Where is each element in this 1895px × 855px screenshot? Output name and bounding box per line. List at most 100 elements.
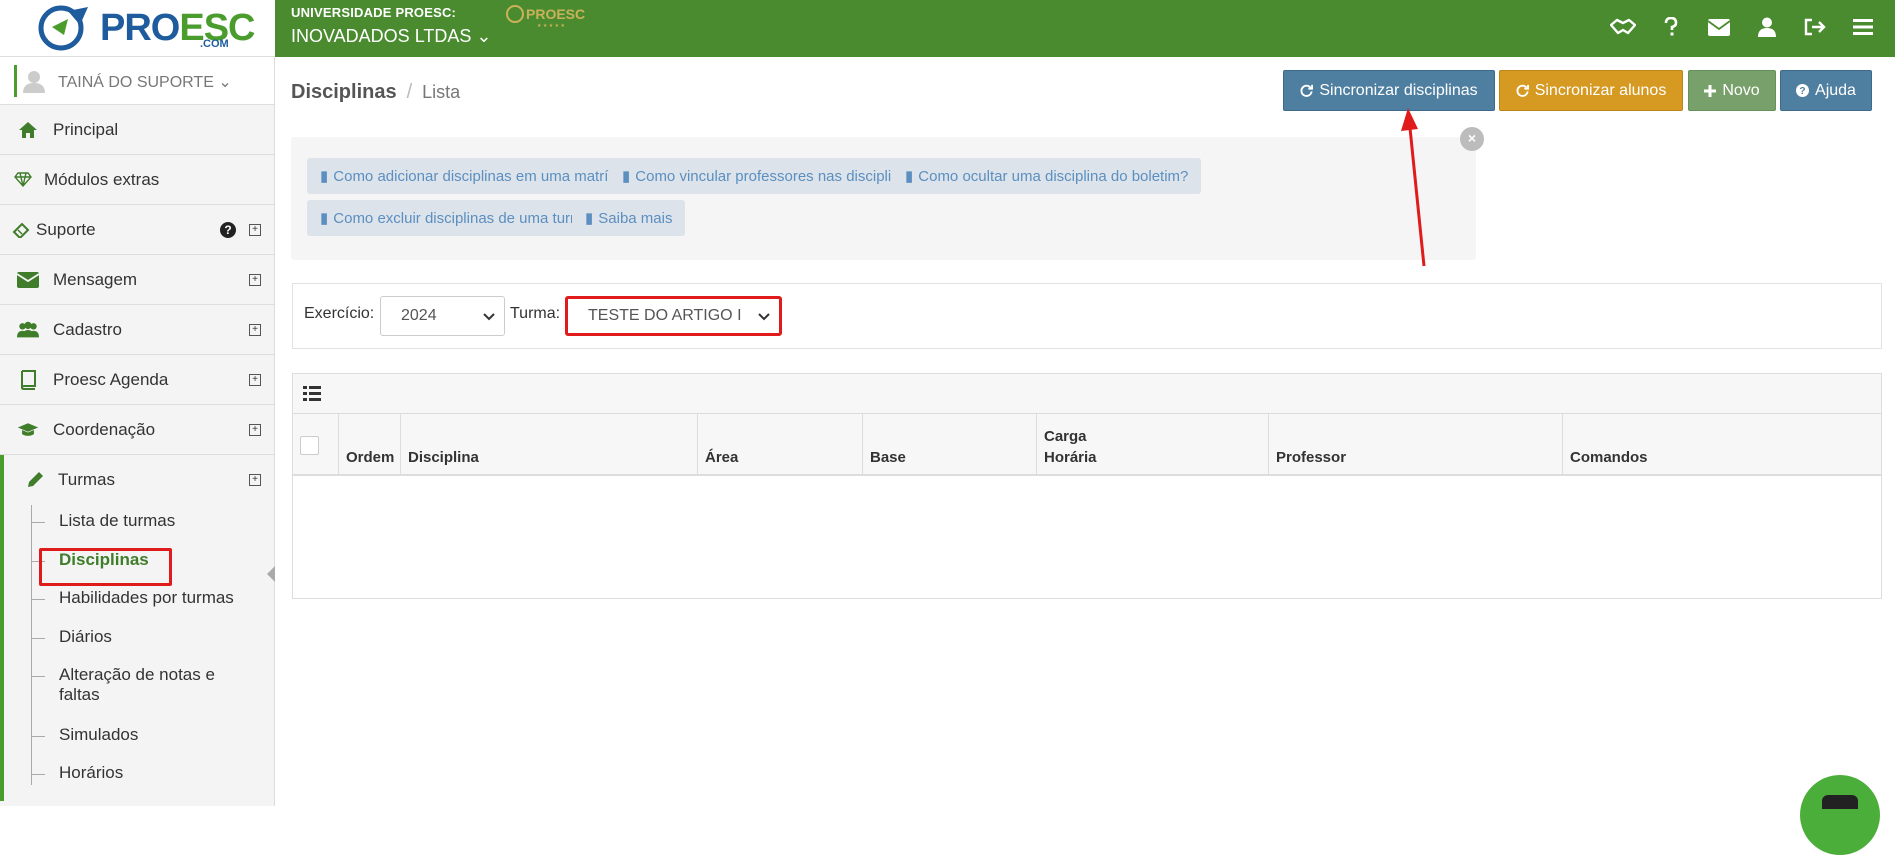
user-name: TAINÁ DO SUPORTE ⌄ [58,74,232,91]
svg-text:PROESC: PROESC [526,6,585,22]
expand-icon[interactable]: + [249,323,261,336]
sidebar-item-label: Suporte [36,219,96,239]
top-icon-bar [1609,13,1877,41]
book-icon: ▮ [320,168,329,185]
book-icon: ▮ [622,168,631,185]
chat-icon [1822,795,1858,809]
select-all-checkbox[interactable] [300,436,319,455]
table-toolbar [293,374,1881,414]
exercicio-label: Exercício: [304,305,375,322]
handshake-icon[interactable] [1609,13,1637,41]
question-icon[interactable] [1657,13,1685,41]
expand-icon[interactable]: + [249,223,261,236]
org-name: INOVADADOS LTDAS ⌄ [291,26,492,46]
sign-out-icon[interactable] [1801,13,1829,41]
submenu-item-habilidades-por-turmas[interactable]: Habilidades por turmas [4,588,274,627]
column-header-carga-horaria[interactable]: Carga Horária [1037,414,1269,476]
sidebar-item-modulos-extras[interactable]: Módulos extras [0,155,274,205]
chevron-down-icon [758,313,770,321]
envelope-icon[interactable] [1705,13,1733,41]
sync-alunos-button[interactable]: Sincronizar alunos [1499,70,1683,111]
sidebar-item-cadastro[interactable]: Cadastro + [0,305,274,355]
refresh-icon [1516,84,1529,97]
top-bar: PROESC .COM UNIVERSIDADE PROESC: INOVADA… [0,0,1895,57]
novo-button[interactable]: Novo [1688,70,1776,111]
sidebar-item-label: Proesc Agenda [53,369,169,389]
user-icon[interactable] [1753,13,1781,41]
sidebar-item-label: Módulos extras [44,169,160,189]
graduation-cap-icon [17,419,39,441]
sidebar-item-coordenacao[interactable]: Coordenação + [0,405,274,455]
disciplinas-table-panel: Ordem Disciplina Área Base Carga Horária… [292,373,1882,599]
home-icon [17,119,39,141]
help-link-ocultar[interactable]: ▮ Como ocultar uma disciplina do boletim? [892,158,1202,194]
user-menu[interactable]: TAINÁ DO SUPORTE ⌄ [0,57,274,105]
highlight-disciplinas [39,548,172,586]
chat-widget-button[interactable] [1800,775,1880,855]
main-content: Disciplinas / Lista Sincronizar disciplina… [276,57,1895,806]
book-icon: ▮ [585,210,594,227]
help-link-saiba-mais[interactable]: ▮ Saiba mais [572,200,686,236]
filter-panel: Exercício: 2024 Turma: TESTE DO ARTIGO I [292,283,1882,349]
sidebar-item-label: Principal [53,119,119,139]
logo-mark-icon [38,5,88,51]
page-subtitle: Lista [422,82,461,102]
sidebar-item-suporte[interactable]: Suporte ? + [0,205,274,255]
expand-icon[interactable]: + [249,273,261,286]
turmas-section: Turmas + Lista de turmas Disciplinas Hab… [0,455,274,801]
turma-label: Turma: [510,305,561,322]
help-link-adicionar[interactable]: ▮ Como adicionar disciplinas em uma matrí… [307,158,658,194]
column-header-area[interactable]: Área [698,414,863,476]
help-links-panel: ▮ Como adicionar disciplinas em uma matrí… [291,137,1476,260]
ajuda-button[interactable]: ? Ajuda [1780,70,1872,111]
proesc-badge-icon: PROESC ★ ★ ★ ★ ★ [506,5,585,29]
submenu-item-alteracao-de-notas[interactable]: Alteração de notas e faltas [4,665,274,725]
avatar-icon [23,71,45,93]
help-link-vincular[interactable]: ▮ Como vincular professores nas disciplin… [609,158,937,194]
users-icon [17,319,39,341]
menu-icon[interactable] [1849,13,1877,41]
table-header: Ordem Disciplina Área Base Carga Horária… [293,414,1881,476]
help-link-excluir[interactable]: ▮ Como excluir disciplinas de uma turma? [307,200,613,236]
ticket-icon [10,219,32,241]
submenu-item-simulados[interactable]: Simulados [4,725,274,763]
sidebar-item-mensagem[interactable]: Mensagem + [0,255,274,305]
logo[interactable]: PROESC .COM [0,0,275,57]
column-header-comandos[interactable]: Comandos [1563,414,1881,476]
sidebar-collapse-handle[interactable] [267,566,275,582]
logo-com: .COM [200,38,229,50]
sidebar-item-label: Coordenação [53,419,156,439]
svg-text:?: ? [1799,86,1805,97]
column-header-disciplina[interactable]: Disciplina [401,414,698,476]
organization-selector[interactable]: UNIVERSIDADE PROESC: INOVADADOS LTDAS ⌄ [291,5,491,47]
submenu-item-horarios[interactable]: Horários [4,763,274,801]
column-header-professor[interactable]: Professor [1269,414,1563,476]
sync-disciplinas-button[interactable]: Sincronizar disciplinas [1283,70,1495,111]
list-icon[interactable] [303,386,321,401]
chevron-down-icon [483,313,495,321]
sidebar-item-proesc-agenda[interactable]: Proesc Agenda + [0,355,274,405]
close-help-button[interactable]: × [1460,127,1484,151]
sidebar-item-label: Turmas [58,470,115,489]
book-icon [17,369,39,391]
expand-icon[interactable]: + [249,474,261,486]
pencil-icon [24,469,46,491]
page-title: Disciplinas [291,81,397,103]
breadcrumb-separator: / [406,81,413,103]
sidebar-item-turmas[interactable]: Turmas + [4,455,274,505]
submenu-item-diarios[interactable]: Diários [4,627,274,665]
turma-select[interactable]: TESTE DO ARTIGO I [565,296,782,336]
expand-icon[interactable]: + [249,373,261,386]
exercicio-select[interactable]: 2024 [380,296,505,336]
svg-text:★ ★ ★ ★ ★: ★ ★ ★ ★ ★ [537,23,565,29]
sidebar-item-principal[interactable]: Principal [0,105,274,155]
column-header-base[interactable]: Base [863,414,1037,476]
expand-icon[interactable]: + [249,423,261,436]
submenu-item-lista-de-turmas[interactable]: Lista de turmas [4,511,274,550]
column-header-ordem[interactable]: Ordem [339,414,401,476]
question-circle-icon: ? [1796,84,1810,97]
breadcrumb: Disciplinas / Lista [291,81,460,104]
refresh-icon [1300,84,1314,97]
help-circle-icon[interactable]: ? [220,221,236,238]
select-all-cell [293,414,339,476]
